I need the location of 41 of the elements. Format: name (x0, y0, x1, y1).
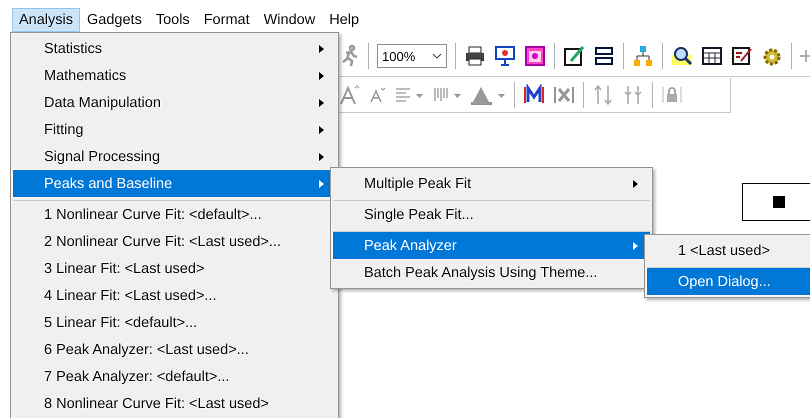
menu-item[interactable]: Statistics (13, 35, 336, 62)
hierarchy-icon[interactable] (632, 45, 654, 67)
submenu-arrow-icon (319, 44, 324, 52)
menu-bar-item[interactable]: Help (322, 8, 366, 32)
menu-item[interactable]: 7 Peak Analyzer: <default>... (13, 363, 336, 390)
menu-item[interactable]: 8 Nonlinear Curve Fit: <Last used> (13, 390, 336, 417)
menu-bar-item[interactable]: Analysis (12, 8, 80, 32)
table-icon[interactable] (701, 45, 723, 67)
submenu-arrow-icon (319, 72, 324, 80)
pen-window-icon[interactable] (563, 45, 585, 67)
menu-bar-item[interactable]: Format (196, 8, 257, 32)
submenu-arrow-icon (633, 242, 638, 250)
legend-symbol-icon (773, 196, 785, 208)
magnifier-icon[interactable] (671, 45, 693, 67)
submenu-arrow-icon (319, 152, 324, 160)
menu-item[interactable]: Signal Processing (13, 143, 336, 170)
menu-bar-item[interactable]: Window (256, 8, 322, 32)
menu-item[interactable]: Data Manipulation (13, 89, 336, 116)
x-tool-icon[interactable] (553, 84, 575, 106)
zoom-dropdown[interactable]: 100% (377, 44, 447, 68)
panels-icon[interactable] (593, 45, 615, 67)
submenu-arrow-icon (319, 98, 324, 106)
window-icon[interactable] (524, 45, 546, 67)
printer-icon[interactable] (464, 45, 486, 67)
menu-bar-item[interactable]: Gadgets (80, 8, 149, 32)
menu-item[interactable]: 4 Linear Fit: <Last used>... (13, 282, 336, 309)
menu-item[interactable]: 6 Peak Analyzer: <Last used>... (13, 336, 336, 363)
large-font-icon[interactable] (338, 84, 360, 106)
submenu-arrow-icon (319, 180, 324, 188)
menu-item[interactable]: Peak Analyzer (333, 232, 650, 259)
submenu-arrow-icon (633, 180, 638, 188)
menu-bar-item[interactable]: Tools (148, 8, 197, 32)
menu-item[interactable]: 5 Linear Fit: <default>... (13, 309, 336, 336)
menu-item[interactable]: Mathematics (13, 62, 336, 89)
presentation-icon[interactable] (494, 45, 516, 67)
menu-item[interactable]: Open Dialog... (647, 268, 810, 295)
menu-item[interactable]: Fitting (13, 116, 336, 143)
notepad-pen-icon[interactable] (731, 45, 753, 67)
submenu-arrow-icon (319, 126, 324, 134)
m-tool-icon[interactable] (523, 84, 545, 106)
caret-icon (432, 53, 442, 59)
